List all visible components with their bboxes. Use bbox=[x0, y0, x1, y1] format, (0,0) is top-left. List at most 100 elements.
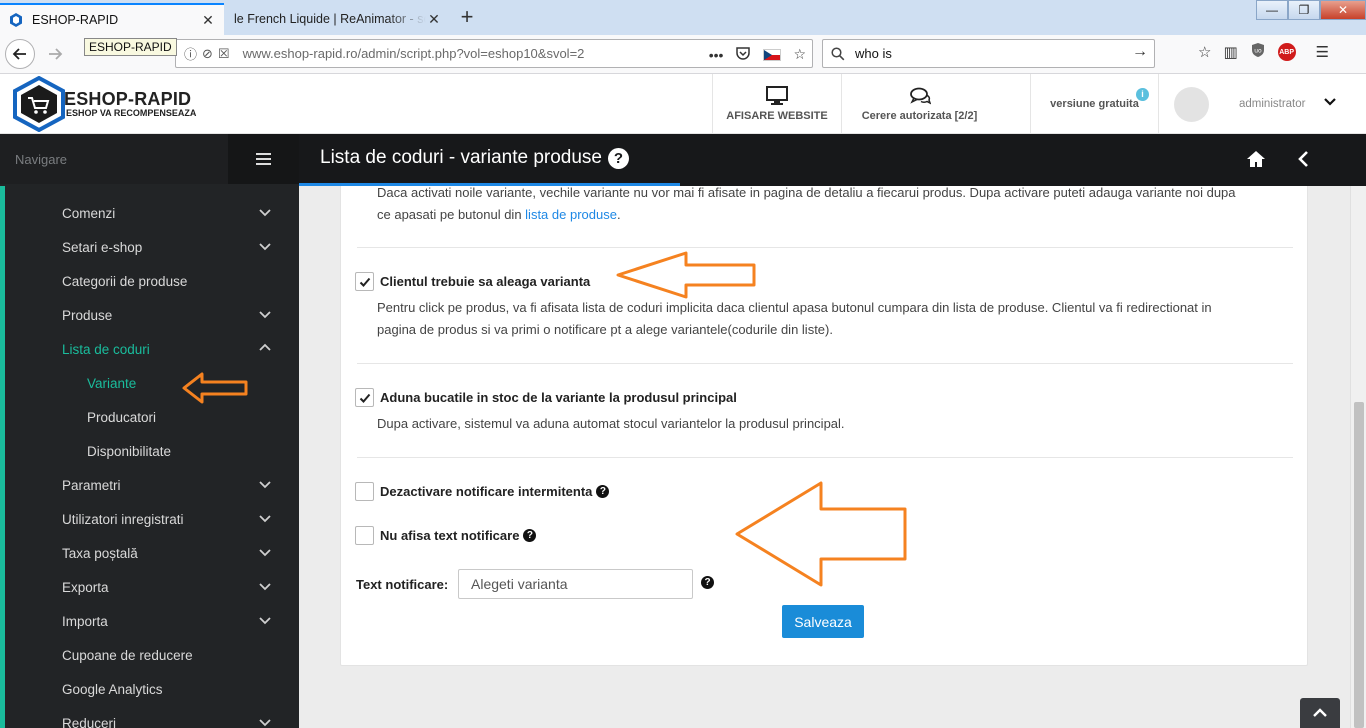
tracking-protection-icon[interactable]: ⊘ bbox=[202, 46, 213, 62]
window-close-icon[interactable]: ✕ bbox=[1320, 0, 1366, 20]
address-bar[interactable]: ⓘ ⊘ ☒ www.eshop-rapid.ro/admin/script.ph… bbox=[175, 39, 813, 68]
checkbox-checked[interactable] bbox=[355, 272, 374, 291]
sidebar-item-label: Produse bbox=[62, 307, 113, 323]
sidebar-item-taxa-postala[interactable]: Taxa poștală bbox=[5, 536, 299, 570]
browser-toolbar: ☆ ▥ uo ABP ☰ bbox=[1198, 42, 1329, 62]
bookmarks-library-icon[interactable]: ☆ bbox=[1198, 43, 1211, 61]
pocket-icon[interactable] bbox=[735, 45, 751, 64]
divider bbox=[357, 457, 1293, 458]
option-label: Clientul trebuie sa aleaga varianta bbox=[380, 274, 591, 289]
scroll-to-top-button[interactable] bbox=[1300, 698, 1340, 728]
option-label: Nu afisa text notificare bbox=[380, 528, 520, 543]
sidebar-item-utilizatori[interactable]: Utilizatori inregistrati bbox=[5, 502, 299, 536]
url-text[interactable]: www.eshop-rapid.ro/admin/script.php?vol=… bbox=[243, 46, 585, 61]
sidebar-item-parametri[interactable]: Parametri bbox=[5, 468, 299, 502]
adblock-plus-icon[interactable]: ABP bbox=[1277, 43, 1296, 61]
sidebar-toggle-icon[interactable]: ▥ bbox=[1223, 43, 1237, 61]
help-icon[interactable]: ? bbox=[523, 529, 537, 542]
sidebar-item-label: Reduceri bbox=[62, 715, 117, 728]
chevron-left-icon[interactable] bbox=[1293, 148, 1315, 170]
help-icon[interactable]: ? bbox=[596, 485, 610, 498]
sidebar-item-label: Utilizatori inregistrati bbox=[62, 511, 184, 527]
close-tab-icon[interactable]: ✕ bbox=[426, 11, 442, 28]
chevron-up-icon bbox=[1313, 708, 1327, 717]
divider bbox=[357, 363, 1293, 364]
sidebar-item-exporta[interactable]: Exporta bbox=[5, 570, 299, 604]
browser-tab-bar: ESHOP-RAPID ✕ le French Liquide | ReAnim… bbox=[0, 0, 1366, 35]
sidebar-item-comenzi[interactable]: Comenzi bbox=[5, 196, 299, 230]
back-arrow-icon[interactable] bbox=[5, 39, 35, 69]
new-tab-icon[interactable]: + bbox=[455, 5, 479, 29]
search-bar[interactable]: who is → bbox=[822, 39, 1155, 68]
checkbox-unchecked[interactable] bbox=[355, 526, 374, 545]
ublock-icon[interactable]: uo bbox=[1250, 42, 1266, 62]
chevron-down-icon bbox=[259, 481, 271, 489]
monitor-icon bbox=[766, 86, 788, 106]
chevron-down-icon bbox=[259, 719, 271, 727]
scrollbar-thumb[interactable] bbox=[1354, 402, 1364, 728]
notification-text-label: Text notificare: bbox=[356, 577, 449, 592]
checkbox-checked[interactable] bbox=[355, 388, 374, 407]
sidebar-item-reduceri[interactable]: Reduceri bbox=[5, 706, 299, 728]
bookmark-star-icon[interactable]: ☆ bbox=[793, 46, 806, 63]
username: administrator bbox=[1239, 98, 1306, 110]
sidebar-item-produse[interactable]: Produse bbox=[5, 298, 299, 332]
hamburger-menu-icon[interactable] bbox=[228, 134, 299, 184]
sidebar-item-label: Variante bbox=[87, 375, 137, 391]
option-label: Aduna bucatile in stoc de la variante la… bbox=[380, 390, 737, 405]
help-icon[interactable]: ? bbox=[608, 147, 629, 169]
permissions-icon[interactable]: ☒ bbox=[218, 46, 230, 62]
tab-tooltip: ESHOP-RAPID bbox=[84, 38, 177, 56]
page-actions-icon[interactable]: ••• bbox=[709, 47, 724, 63]
notification-text-input[interactable] bbox=[458, 569, 693, 599]
help-icon[interactable]: ? bbox=[701, 576, 714, 589]
info-circle-icon[interactable]: ⓘ bbox=[184, 44, 197, 63]
window-controls: — ❐ ✕ bbox=[1256, 0, 1366, 20]
maximize-icon[interactable]: ❐ bbox=[1288, 0, 1320, 20]
czech-flag-icon[interactable] bbox=[763, 48, 782, 61]
sidebar-item-disponibilitate[interactable]: Disponibilitate bbox=[5, 434, 299, 468]
browser-menu-icon[interactable]: ☰ bbox=[1316, 43, 1329, 61]
sidebar-item-lista-coduri[interactable]: Lista de coduri bbox=[5, 332, 299, 366]
home-icon[interactable] bbox=[1245, 148, 1267, 170]
option-client-must-choose[interactable]: Clientul trebuie sa aleaga varianta bbox=[355, 272, 590, 291]
sidebar: Navigare Comenzi Setari e-shop Categorii… bbox=[0, 134, 299, 728]
sidebar-item-cupoane[interactable]: Cupoane de reducere bbox=[5, 638, 299, 672]
user-menu[interactable]: administrator bbox=[1158, 74, 1366, 134]
chevron-up-icon bbox=[259, 343, 271, 351]
checkbox-unchecked[interactable] bbox=[355, 482, 374, 501]
option-sum-stock[interactable]: Aduna bucatile in stoc de la variante la… bbox=[355, 388, 737, 407]
auth-requests-button[interactable]: Cerere autorizata [2/2] bbox=[841, 74, 997, 134]
sidebar-item-variante[interactable]: Variante bbox=[5, 366, 299, 400]
eshop-logo[interactable]: ESHOP-RAPID ESHOP VA RECOMPENSEAZA bbox=[12, 76, 196, 132]
chevron-down-icon[interactable] bbox=[1324, 94, 1336, 110]
info-icon[interactable]: i bbox=[1136, 88, 1149, 101]
browser-tab-french-liquide[interactable]: le French Liquide | ReAnimator - sc ✕ bbox=[226, 3, 450, 35]
tab-title: le French Liquide | ReAnimator - sc bbox=[234, 12, 426, 26]
close-tab-icon[interactable]: ✕ bbox=[200, 12, 216, 29]
tab-title: ESHOP-RAPID bbox=[32, 13, 119, 27]
svg-text:uo: uo bbox=[1254, 48, 1262, 55]
option-disable-blinking[interactable]: Dezactivare notificare intermitenta ? bbox=[355, 482, 610, 501]
option-hide-notification-text[interactable]: Nu afisa text notificare ? bbox=[355, 526, 537, 545]
sidebar-item-categorii[interactable]: Categorii de produse bbox=[5, 264, 299, 298]
view-website-button[interactable]: AFISARE WEBSITE bbox=[712, 74, 841, 134]
search-go-arrow-icon[interactable]: → bbox=[1132, 43, 1148, 61]
forward-arrow-icon[interactable] bbox=[40, 39, 70, 69]
products-list-link[interactable]: lista de produse bbox=[525, 207, 617, 222]
minimize-icon[interactable]: — bbox=[1256, 0, 1288, 20]
sidebar-item-google-analytics[interactable]: Google Analytics bbox=[5, 672, 299, 706]
browser-tab-eshop[interactable]: ESHOP-RAPID ✕ bbox=[0, 3, 224, 35]
save-button[interactable]: Salveaza bbox=[782, 605, 864, 638]
chevron-down-icon bbox=[259, 549, 271, 557]
search-input[interactable]: who is bbox=[855, 46, 892, 61]
cart-hexagon-icon bbox=[13, 76, 65, 132]
chevron-down-icon bbox=[259, 311, 271, 319]
sidebar-item-importa[interactable]: Importa bbox=[5, 604, 299, 638]
option-description: Pentru click pe produs, va fi afisata li… bbox=[377, 297, 1287, 341]
sidebar-item-setari[interactable]: Setari e-shop bbox=[5, 230, 299, 264]
sidebar-item-producatori[interactable]: Producatori bbox=[5, 400, 299, 434]
page-scrollbar[interactable] bbox=[1350, 186, 1366, 728]
chevron-down-icon bbox=[259, 243, 271, 251]
settings-panel: Daca activati noile variante, vechile va… bbox=[340, 186, 1308, 666]
